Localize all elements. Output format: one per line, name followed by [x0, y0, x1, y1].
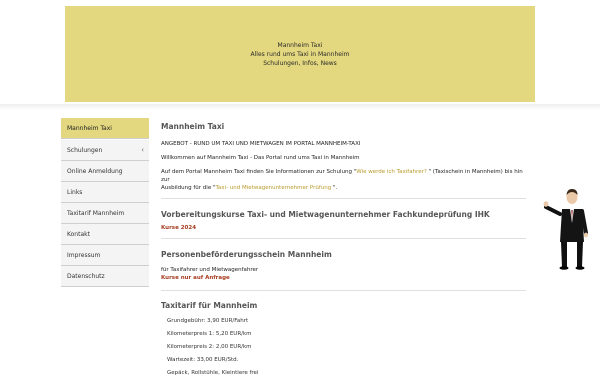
sidebar-item-datenschutz[interactable]: Datenschutz: [61, 266, 149, 287]
header-banner: Mannheim Taxi Alles rund ums Taxi in Man…: [65, 6, 535, 102]
sidebar-item-label: Datenschutz: [67, 273, 105, 280]
intro-paragraph: Auf dem Portal Mannheim Taxi finden Sie …: [161, 168, 526, 192]
sidebar-nav: Mannheim Taxi Schulungen ‹ Online Anmeld…: [61, 118, 149, 287]
link-kurse-auf-anfrage[interactable]: Kurse nur auf Anfrage: [161, 275, 230, 281]
section-title-personenbefoerderungsschein: Personenbeförderungsschein Mannheim: [161, 250, 332, 259]
sidebar-item-kontakt[interactable]: Kontakt: [61, 224, 149, 245]
sidebar-item-impressum[interactable]: Impressum: [61, 245, 149, 266]
banner-subtitle: Alles rund ums Taxi in Mannheim: [250, 50, 350, 58]
sidebar-item-online-anmeldung[interactable]: Online Anmeldung: [61, 161, 149, 182]
tarif-row: Wartezeit: 33,00 EUR/Std.: [167, 357, 239, 363]
banner-title: Mannheim Taxi: [277, 41, 323, 49]
link-kurse-2024[interactable]: Kurse 2024: [161, 225, 196, 231]
section-divider: [161, 198, 526, 199]
sidebar-item-label: Online Anmeldung: [67, 168, 123, 175]
sidebar-item-label: Schulungen: [67, 147, 103, 154]
banner-tagline: Schulungen, Infos, News: [263, 59, 337, 67]
sidebar-item-label: Links: [67, 189, 83, 196]
sidebar-item-label: Kontakt: [67, 231, 90, 238]
sidebar-item-label: Mannheim Taxi: [67, 125, 112, 132]
welcome-text: Willkommen auf Mannheim Taxi - Das Porta…: [161, 155, 360, 161]
hand-icon: [543, 201, 549, 207]
section-divider: [161, 238, 526, 239]
sidebar-item-schulungen[interactable]: Schulungen ‹: [61, 140, 149, 161]
tarif-row: Gepäck, Rollstühle, Kleintiere frei: [167, 370, 259, 376]
main-content: Mannheim Taxi ANGEBOT - RUND UM TAXI UND…: [161, 118, 526, 377]
drivers-text: für Taxifahrer und Mietwagenfahrer: [161, 267, 259, 273]
businessman-illustration: [543, 189, 588, 270]
link-wie-werde-ich-taxifahrer[interactable]: Wie werde ich Taxifahrer?: [356, 169, 427, 175]
tarif-row: Kilometerpreis 1: 5,20 EUR/km: [167, 331, 252, 337]
section-title-taxitarif: Taxitarif für Mannheim: [161, 301, 258, 310]
tarif-list: Grundgebühr: 3,90 EUR/Fahrt Kilometerpre…: [161, 317, 526, 377]
tarif-row: Grundgebühr: 3,90 EUR/Fahrt: [167, 318, 249, 324]
link-unternehmer-pruefung[interactable]: Taxi- und Mietwagenunternehmer Prüfung: [215, 185, 331, 191]
tarif-row: Kilometerpreis 2: 2,00 EUR/km: [167, 344, 252, 350]
chevron-left-icon[interactable]: ‹: [141, 140, 144, 161]
sidebar-item-taxitarif[interactable]: Taxitarif Mannheim: [61, 203, 149, 224]
section-divider: [161, 290, 526, 291]
section-title-vorbereitungskurse: Vorbereitungskurse Taxi- und Mietwagenun…: [161, 210, 490, 219]
sidebar-item-label: Taxitarif Mannheim: [67, 210, 125, 217]
sidebar-item-mannheim-taxi[interactable]: Mannheim Taxi: [61, 118, 149, 139]
offer-heading: ANGEBOT - RUND UM TAXI UND MIETWAGEN IM …: [161, 141, 361, 147]
intro-text: Auf dem Portal Mannheim Taxi finden Sie …: [161, 169, 357, 175]
sidebar-item-links[interactable]: Links: [61, 182, 149, 203]
intro-text: ".: [331, 185, 338, 191]
sidebar-item-label: Impressum: [67, 252, 101, 259]
section-title-mannheim-taxi: Mannheim Taxi: [161, 122, 225, 131]
intro-text: Ausbildung für die ": [161, 185, 216, 191]
courses-link-row: Kurse 2024: [161, 224, 526, 232]
request-link-row: Kurse nur auf Anfrage: [161, 274, 526, 282]
header-divider: [0, 104, 600, 110]
